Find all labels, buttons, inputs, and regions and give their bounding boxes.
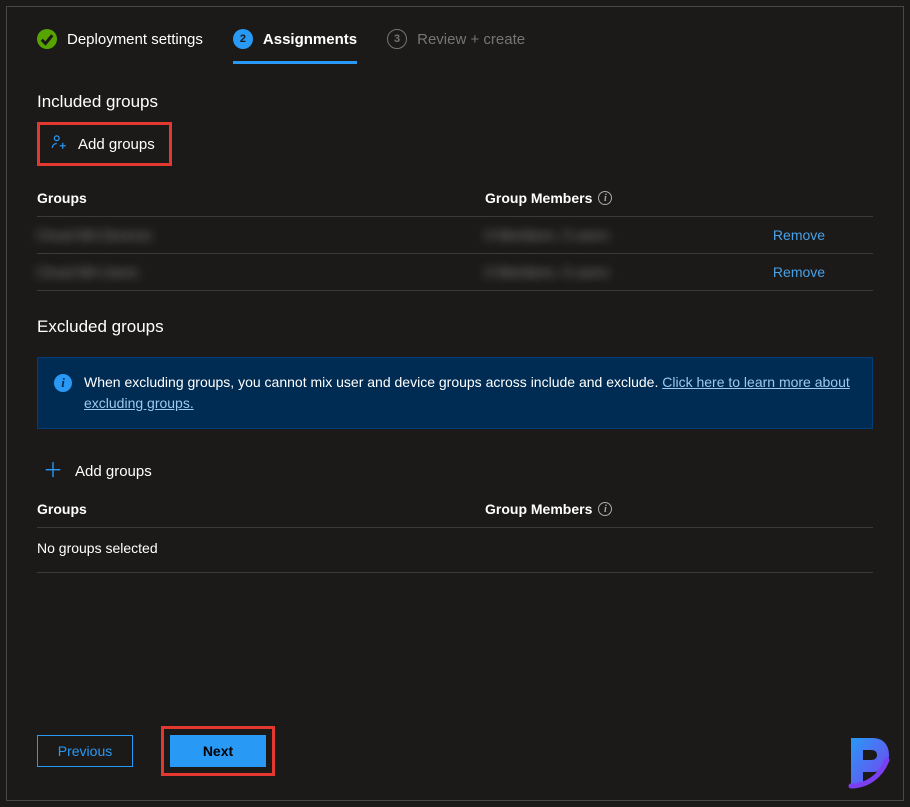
step-label: Deployment settings bbox=[67, 31, 203, 48]
group-members-cell: 0 Members, 0 users bbox=[485, 227, 725, 243]
included-groups-heading: Included groups bbox=[37, 92, 873, 112]
previous-button[interactable]: Previous bbox=[37, 735, 133, 767]
info-icon[interactable]: i bbox=[598, 502, 612, 516]
annotation-highlight: Next bbox=[161, 726, 275, 776]
column-header-members: Group Members i bbox=[485, 501, 725, 517]
remove-link[interactable]: Remove bbox=[773, 227, 825, 243]
wizard-stepper: Deployment settings 2 Assignments 3 Revi… bbox=[7, 7, 903, 64]
info-text: When excluding groups, you cannot mix us… bbox=[84, 374, 662, 390]
column-header-members: Group Members i bbox=[485, 190, 725, 206]
excluded-groups-table: Groups Group Members i No groups selecte… bbox=[37, 491, 873, 573]
group-name-cell: Cloud MA Devices bbox=[37, 227, 485, 243]
column-header-groups: Groups bbox=[37, 190, 485, 206]
annotation-highlight: Add groups bbox=[37, 122, 172, 166]
add-groups-excluded-button[interactable]: ＋ Add groups bbox=[37, 447, 158, 491]
table-row: Cloud MA Devices 0 Members, 0 users Remo… bbox=[37, 217, 873, 254]
watermark-logo bbox=[833, 730, 897, 794]
person-add-icon bbox=[50, 133, 68, 155]
plus-icon: ＋ bbox=[43, 461, 63, 481]
step-number-icon: 3 bbox=[387, 29, 407, 49]
included-groups-table: Groups Group Members i Cloud MA Devices … bbox=[37, 180, 873, 291]
info-message: i When excluding groups, you cannot mix … bbox=[37, 357, 873, 429]
check-icon bbox=[37, 29, 57, 49]
group-members-cell: 0 Members, 0 users bbox=[485, 264, 725, 280]
step-review-create[interactable]: 3 Review + create bbox=[387, 29, 525, 64]
empty-state-text: No groups selected bbox=[37, 528, 873, 573]
add-groups-label: Add groups bbox=[78, 136, 155, 153]
remove-link[interactable]: Remove bbox=[773, 264, 825, 280]
wizard-footer: Previous Next bbox=[37, 726, 275, 776]
add-groups-included-button[interactable]: Add groups bbox=[40, 125, 169, 163]
table-row: Cloud MA Users 0 Members, 0 users Remove bbox=[37, 254, 873, 291]
step-label: Review + create bbox=[417, 31, 525, 48]
step-deployment-settings[interactable]: Deployment settings bbox=[37, 29, 203, 64]
group-name-cell: Cloud MA Users bbox=[37, 264, 485, 280]
step-label: Assignments bbox=[263, 31, 357, 48]
step-assignments[interactable]: 2 Assignments bbox=[233, 29, 357, 64]
column-header-groups: Groups bbox=[37, 501, 485, 517]
excluded-groups-heading: Excluded groups bbox=[37, 317, 873, 337]
next-button[interactable]: Next bbox=[170, 735, 266, 767]
add-groups-label: Add groups bbox=[75, 463, 152, 480]
info-icon[interactable]: i bbox=[598, 191, 612, 205]
info-icon: i bbox=[54, 374, 72, 392]
step-number-icon: 2 bbox=[233, 29, 253, 49]
